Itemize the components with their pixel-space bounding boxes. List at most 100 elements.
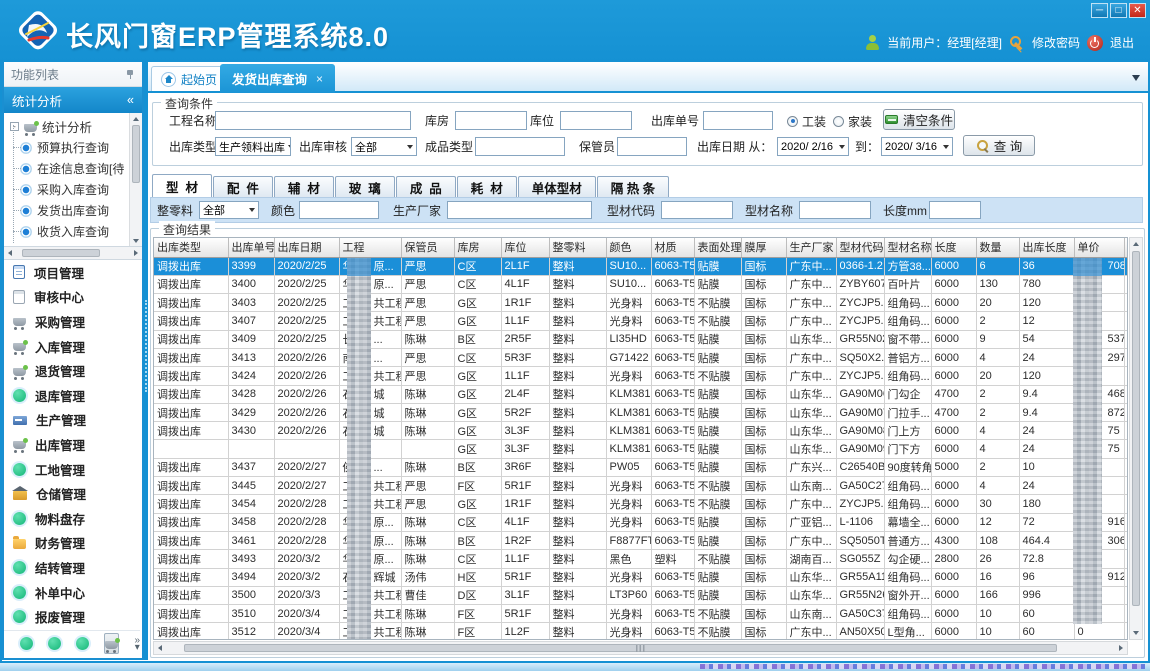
table-row[interactable]: 调拨出库34242020/2/26工共工程严思G区1L1F整料光身料6063-T… [154, 367, 1128, 385]
column-header[interactable]: 金 [1124, 238, 1128, 257]
sidebar-menu-item[interactable]: 出库管理 [4, 432, 142, 457]
tree-item[interactable]: 发货出库查询 [4, 200, 142, 221]
quick-module-icon[interactable] [76, 637, 89, 650]
material-tab-0[interactable]: 型 材 [152, 174, 212, 197]
pin-icon[interactable] [126, 69, 135, 80]
order-no-input[interactable] [703, 111, 773, 130]
cart-toolbar-button[interactable] [104, 633, 119, 654]
table-row[interactable]: 调拨出库34942020/3/2石辉城汤伟H区5R1F整料光身料6063-T5贴… [154, 568, 1128, 586]
column-header[interactable]: 库房 [454, 238, 501, 257]
tree-item[interactable]: 收货入库查询 [4, 221, 142, 242]
tree-root-statistics[interactable]: - 统计分析 [4, 116, 142, 137]
maximize-button[interactable]: □ [1110, 3, 1127, 18]
minimize-button[interactable]: ─ [1091, 3, 1108, 18]
table-row[interactable]: 调拨出库35122020/3/4工共工程陈琳F区1L2F整料光身料6063-T5… [154, 623, 1128, 640]
sidebar-menu-item[interactable]: 生产管理 [4, 408, 142, 433]
column-header[interactable]: 表面处理 [694, 238, 741, 257]
sidebar-menu-item[interactable]: 工地管理 [4, 457, 142, 482]
scroll-left-icon[interactable] [8, 250, 12, 256]
radio-gongzhuang[interactable]: 工装 [787, 111, 826, 131]
out-type-select[interactable]: 生产领料出库 [215, 137, 291, 156]
sidebar-menu-item[interactable]: 仓储管理 [4, 481, 142, 506]
tree-item[interactable]: 预算执行查询 [4, 137, 142, 158]
column-header[interactable]: 型材名称 [884, 238, 931, 257]
sidebar-section-header[interactable]: 统计分析 « [4, 87, 142, 113]
quick-module-icon[interactable] [48, 637, 61, 650]
table-row[interactable]: 调拨出库34002020/2/25华原...严思C区4L1F整料SU10...6… [154, 275, 1128, 293]
column-header[interactable]: 生产厂家 [786, 238, 836, 257]
table-row[interactable]: 调拨出库34932020/3/2华原...陈琳C区1L1F整料黑色塑料不贴膜国标… [154, 550, 1128, 568]
column-header[interactable]: 出库类型 [154, 238, 228, 257]
length-input[interactable] [929, 201, 981, 219]
scroll-left-icon[interactable] [158, 645, 162, 651]
whole-part-select[interactable]: 全部 [199, 201, 259, 219]
change-password-link[interactable]: 修改密码 [1032, 34, 1080, 51]
scroll-right-icon[interactable] [134, 250, 138, 256]
scroll-down-icon[interactable] [133, 239, 139, 243]
close-button[interactable]: ✕ [1129, 3, 1146, 18]
scroll-right-icon[interactable] [1119, 645, 1123, 651]
table-row[interactable]: 调拨出库33992020/2/25华原...严思C区2L1F整料SU10...6… [154, 257, 1128, 275]
material-tab-5[interactable]: 耗 材 [457, 176, 517, 197]
logout-link[interactable]: 退出 [1110, 34, 1134, 51]
scroll-down-icon[interactable] [1133, 631, 1139, 635]
material-tab-1[interactable]: 配 件 [213, 176, 273, 197]
table-row[interactable]: 调拨出库34612020/2/28华原...陈琳B区1R2F整料F8877FT6… [154, 531, 1128, 549]
grid-vertical-scrollbar[interactable] [1129, 237, 1143, 640]
radio-selected-icon[interactable] [787, 116, 798, 127]
column-header[interactable]: 出库单号 [228, 238, 274, 257]
tab-list-dropdown-icon[interactable] [1132, 75, 1140, 81]
profile-name-input[interactable] [799, 201, 871, 219]
sidebar-menu-item[interactable]: 财务管理 [4, 531, 142, 556]
keeper-input[interactable] [617, 137, 687, 156]
sidebar-menu-item[interactable]: 退货管理 [4, 358, 142, 383]
tree-item[interactable]: 在途信息查询[待 [4, 158, 142, 179]
table-row[interactable]: G区3L3F整料KLM38176063-T5贴膜国标山东华...GA90M09.… [154, 440, 1128, 458]
table-row[interactable]: 调拨出库34282020/2/26石城陈琳G区2L4F整料KLM38176063… [154, 385, 1128, 403]
table-row[interactable]: 调拨出库34092020/2/25长...陈琳B区2R5F整料LI35HD606… [154, 330, 1128, 348]
sidebar-menu-item[interactable]: 结转管理 [4, 555, 142, 580]
more-modules-icon[interactable]: »▾ [134, 637, 140, 651]
collapse-icon[interactable]: « [127, 93, 134, 107]
tab-shipment-outbound-query[interactable]: 发货出库查询 × [220, 64, 335, 93]
table-row[interactable]: 调拨出库34452020/2/27工共工程严思F区5R1F整料光身料6063-T… [154, 477, 1128, 495]
color-input[interactable] [299, 201, 379, 219]
column-header[interactable]: 材质 [651, 238, 694, 257]
search-button[interactable]: 查 询 [963, 135, 1035, 156]
manufacturer-input[interactable] [447, 201, 592, 219]
sidebar-menu-item[interactable]: 补单中心 [4, 580, 142, 605]
material-tab-3[interactable]: 玻 璃 [335, 176, 395, 197]
date-to-picker[interactable]: 2020/ 3/16 [881, 137, 953, 156]
tab-home[interactable]: 起始页 [151, 66, 227, 91]
table-row[interactable]: 调拨出库34302020/2/26石城陈琳G区3L3F整料KLM38176063… [154, 422, 1128, 440]
sidebar-menu-item[interactable]: 采购管理 [4, 309, 142, 334]
column-header[interactable]: 工程 [339, 238, 401, 257]
material-tab-4[interactable]: 成 品 [396, 176, 456, 197]
clear-conditions-button[interactable]: 清空条件 [883, 109, 955, 130]
audit-select[interactable]: 全部 [351, 137, 417, 156]
location-input[interactable] [560, 111, 632, 130]
warehouse-input[interactable] [455, 111, 527, 130]
sidebar-menu-item[interactable]: 审核中心 [4, 285, 142, 310]
sidebar-menu-item[interactable]: 报废管理 [4, 604, 142, 629]
sidebar-menu-item[interactable]: 入库管理 [4, 334, 142, 359]
column-header[interactable]: 长度 [931, 238, 976, 257]
column-header[interactable]: 整零料 [549, 238, 606, 257]
sidebar-menu-item[interactable]: 退库管理 [4, 383, 142, 408]
product-type-input[interactable] [475, 137, 565, 156]
tree-vertical-scrollbar[interactable] [129, 113, 142, 247]
scroll-up-icon[interactable] [133, 117, 139, 121]
date-from-picker[interactable]: 2020/ 2/16 [777, 137, 849, 156]
table-row[interactable]: 调拨出库35002020/3/3工共工程曹佳D区3L1F整料LT3P606063… [154, 586, 1128, 604]
sidebar-menu-item[interactable]: 项目管理 [4, 260, 142, 285]
material-tab-6[interactable]: 单体型材 [518, 176, 596, 197]
radio-jiazhuang[interactable]: 家装 [833, 111, 872, 131]
column-header[interactable]: 单价 [1074, 238, 1124, 257]
grid-horizontal-scrollbar[interactable] [153, 641, 1128, 655]
material-tab-7[interactable]: 隔 热 条 [597, 176, 669, 197]
table-row[interactable]: 调拨出库34072020/2/25工共工程严思G区1L1F整料光身料6063-T… [154, 312, 1128, 330]
column-header[interactable]: 库位 [501, 238, 549, 257]
profile-code-input[interactable] [661, 201, 733, 219]
table-row[interactable]: 调拨出库35102020/3/4工共工程陈琳F区5R1F整料光身料6063-T5… [154, 605, 1128, 623]
table-row[interactable]: 调拨出库34292020/2/26石城陈琳G区5R2F整料KLM38176063… [154, 403, 1128, 421]
